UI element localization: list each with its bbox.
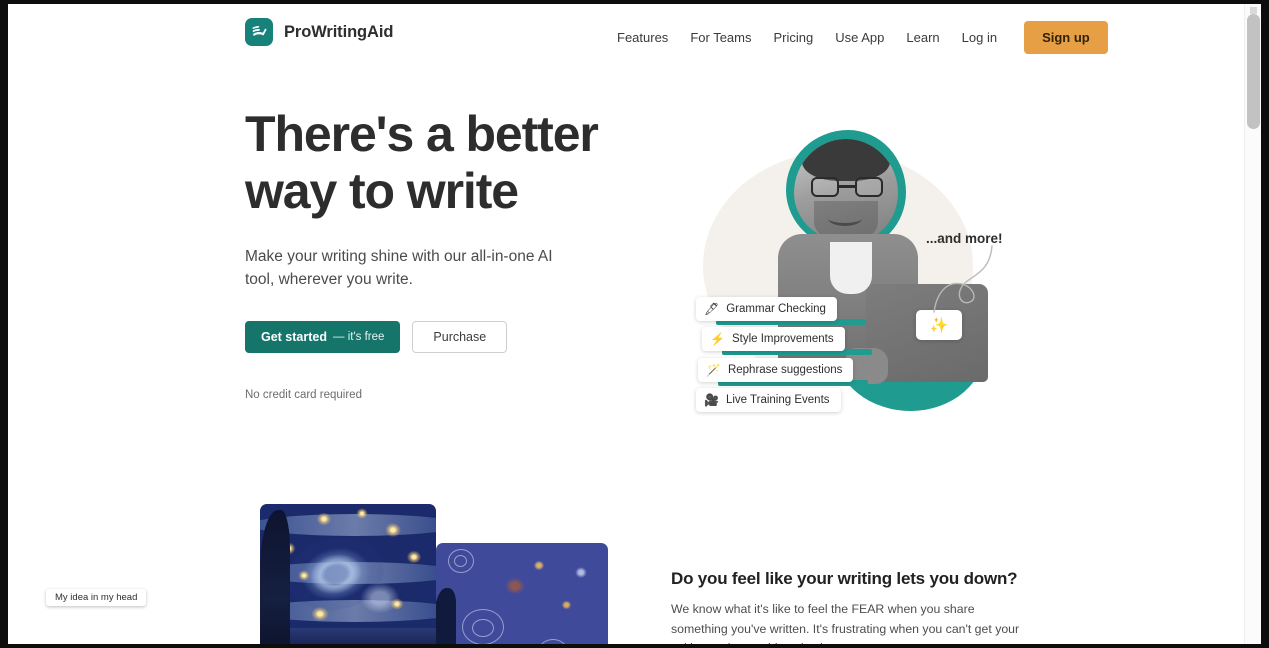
lower-section-title: Do you feel like your writing lets you d… — [671, 569, 1018, 588]
nav-link-log-in[interactable]: Log in — [951, 27, 1008, 49]
cypress-tree-shape — [260, 510, 290, 644]
brand-name: ProWritingAid — [284, 22, 394, 41]
sign-up-button[interactable]: Sign up — [1024, 21, 1108, 54]
book-check-logo-icon — [245, 18, 273, 46]
hero-subtitle: Make your writing shine with our all-in-… — [245, 248, 553, 288]
star-speck — [532, 559, 546, 572]
feature-chip-style-improvements: ⚡ Style Improvements — [702, 327, 845, 351]
purchase-button[interactable]: Purchase — [412, 321, 508, 353]
page-canvas: ProWritingAid Features For Teams Pricing… — [8, 4, 1261, 644]
glasses-icon — [811, 177, 883, 197]
hero-section: There's a better way to write Make your … — [8, 61, 1244, 471]
star-speck — [502, 575, 528, 597]
hero-actions: Get started — it's free Purchase — [245, 321, 635, 353]
star-speck — [573, 565, 589, 580]
star — [404, 548, 424, 566]
lightning-bolt-icon: ⚡ — [710, 332, 725, 346]
browser-viewport-frame: ProWritingAid Features For Teams Pricing… — [0, 0, 1269, 648]
person-head — [794, 139, 898, 243]
star — [388, 596, 406, 612]
scroll-up-arrow-icon[interactable] — [1250, 7, 1257, 14]
star — [308, 604, 332, 624]
art-card-starry-night — [260, 504, 436, 644]
feature-chip-grammar-checking: 🖋 Grammar Checking — [696, 297, 837, 321]
and-more-label: ...and more! — [926, 231, 1003, 246]
spiral-decoration — [472, 619, 494, 637]
spiral-decoration — [454, 555, 467, 567]
feature-chip-label: Grammar Checking — [726, 303, 826, 315]
get-started-label: Get started — [261, 330, 327, 344]
nav-link-for-teams[interactable]: For Teams — [679, 27, 762, 49]
nav-link-use-app[interactable]: Use App — [824, 27, 895, 49]
nav-link-learn[interactable]: Learn — [895, 27, 950, 49]
cypress-tree-shape — [436, 588, 456, 644]
star — [314, 510, 334, 528]
get-started-note: — it's free — [333, 331, 385, 343]
hero-title: There's a better way to write — [245, 106, 599, 219]
glasses-lens-left — [811, 177, 839, 197]
person-shirt — [830, 242, 872, 294]
video-camera-icon: 🎥 — [704, 393, 719, 407]
star — [382, 520, 404, 540]
star — [354, 506, 370, 521]
person-hair — [802, 139, 890, 181]
art-caption-label: My idea in my head — [46, 589, 147, 606]
feature-chip-live-training-events: 🎥 Live Training Events — [696, 388, 841, 412]
feature-chip-label: Rephrase suggestions — [727, 364, 843, 376]
lower-copy: Do you feel like your writing lets you d… — [671, 569, 1021, 644]
person-smile — [828, 211, 862, 226]
feature-chip-rephrase-suggestions: 🪄 Rephrase suggestions — [698, 358, 854, 382]
art-card-secondary — [436, 543, 608, 644]
spiral-decoration — [538, 639, 568, 644]
scrollbar-thumb[interactable] — [1247, 14, 1260, 129]
hero-illustration: 🖋 Grammar Checking ⚡ Style Improvements … — [668, 116, 1028, 446]
magic-wand-icon: 🪄 — [706, 363, 721, 377]
page-scrollbar[interactable] — [1244, 4, 1261, 644]
and-more-squiggle-icon — [933, 245, 993, 313]
main-navigation: Features For Teams Pricing Use App Learn… — [606, 21, 1108, 54]
fountain-pen-icon: 🖋 — [704, 302, 720, 316]
brand-logo-link[interactable]: ProWritingAid — [245, 18, 393, 46]
nav-link-features[interactable]: Features — [606, 27, 679, 49]
feature-chip-label: Live Training Events — [725, 394, 830, 406]
glasses-bridge — [839, 185, 855, 188]
no-credit-card-note: No credit card required — [245, 389, 362, 401]
star-speck — [560, 599, 573, 611]
site-header: ProWritingAid Features For Teams Pricing… — [8, 4, 1244, 61]
nav-link-pricing[interactable]: Pricing — [762, 27, 824, 49]
glasses-lens-right — [855, 177, 883, 197]
feature-chip-label: Style Improvements — [731, 333, 834, 345]
lower-section: My idea in my head Do you feel like your… — [8, 471, 1244, 644]
hero-copy: There's a better way to write Make your … — [245, 106, 635, 401]
get-started-button[interactable]: Get started — it's free — [245, 321, 401, 353]
star — [296, 568, 312, 583]
lower-section-body: We know what it's like to feel the FEAR … — [671, 602, 1020, 644]
